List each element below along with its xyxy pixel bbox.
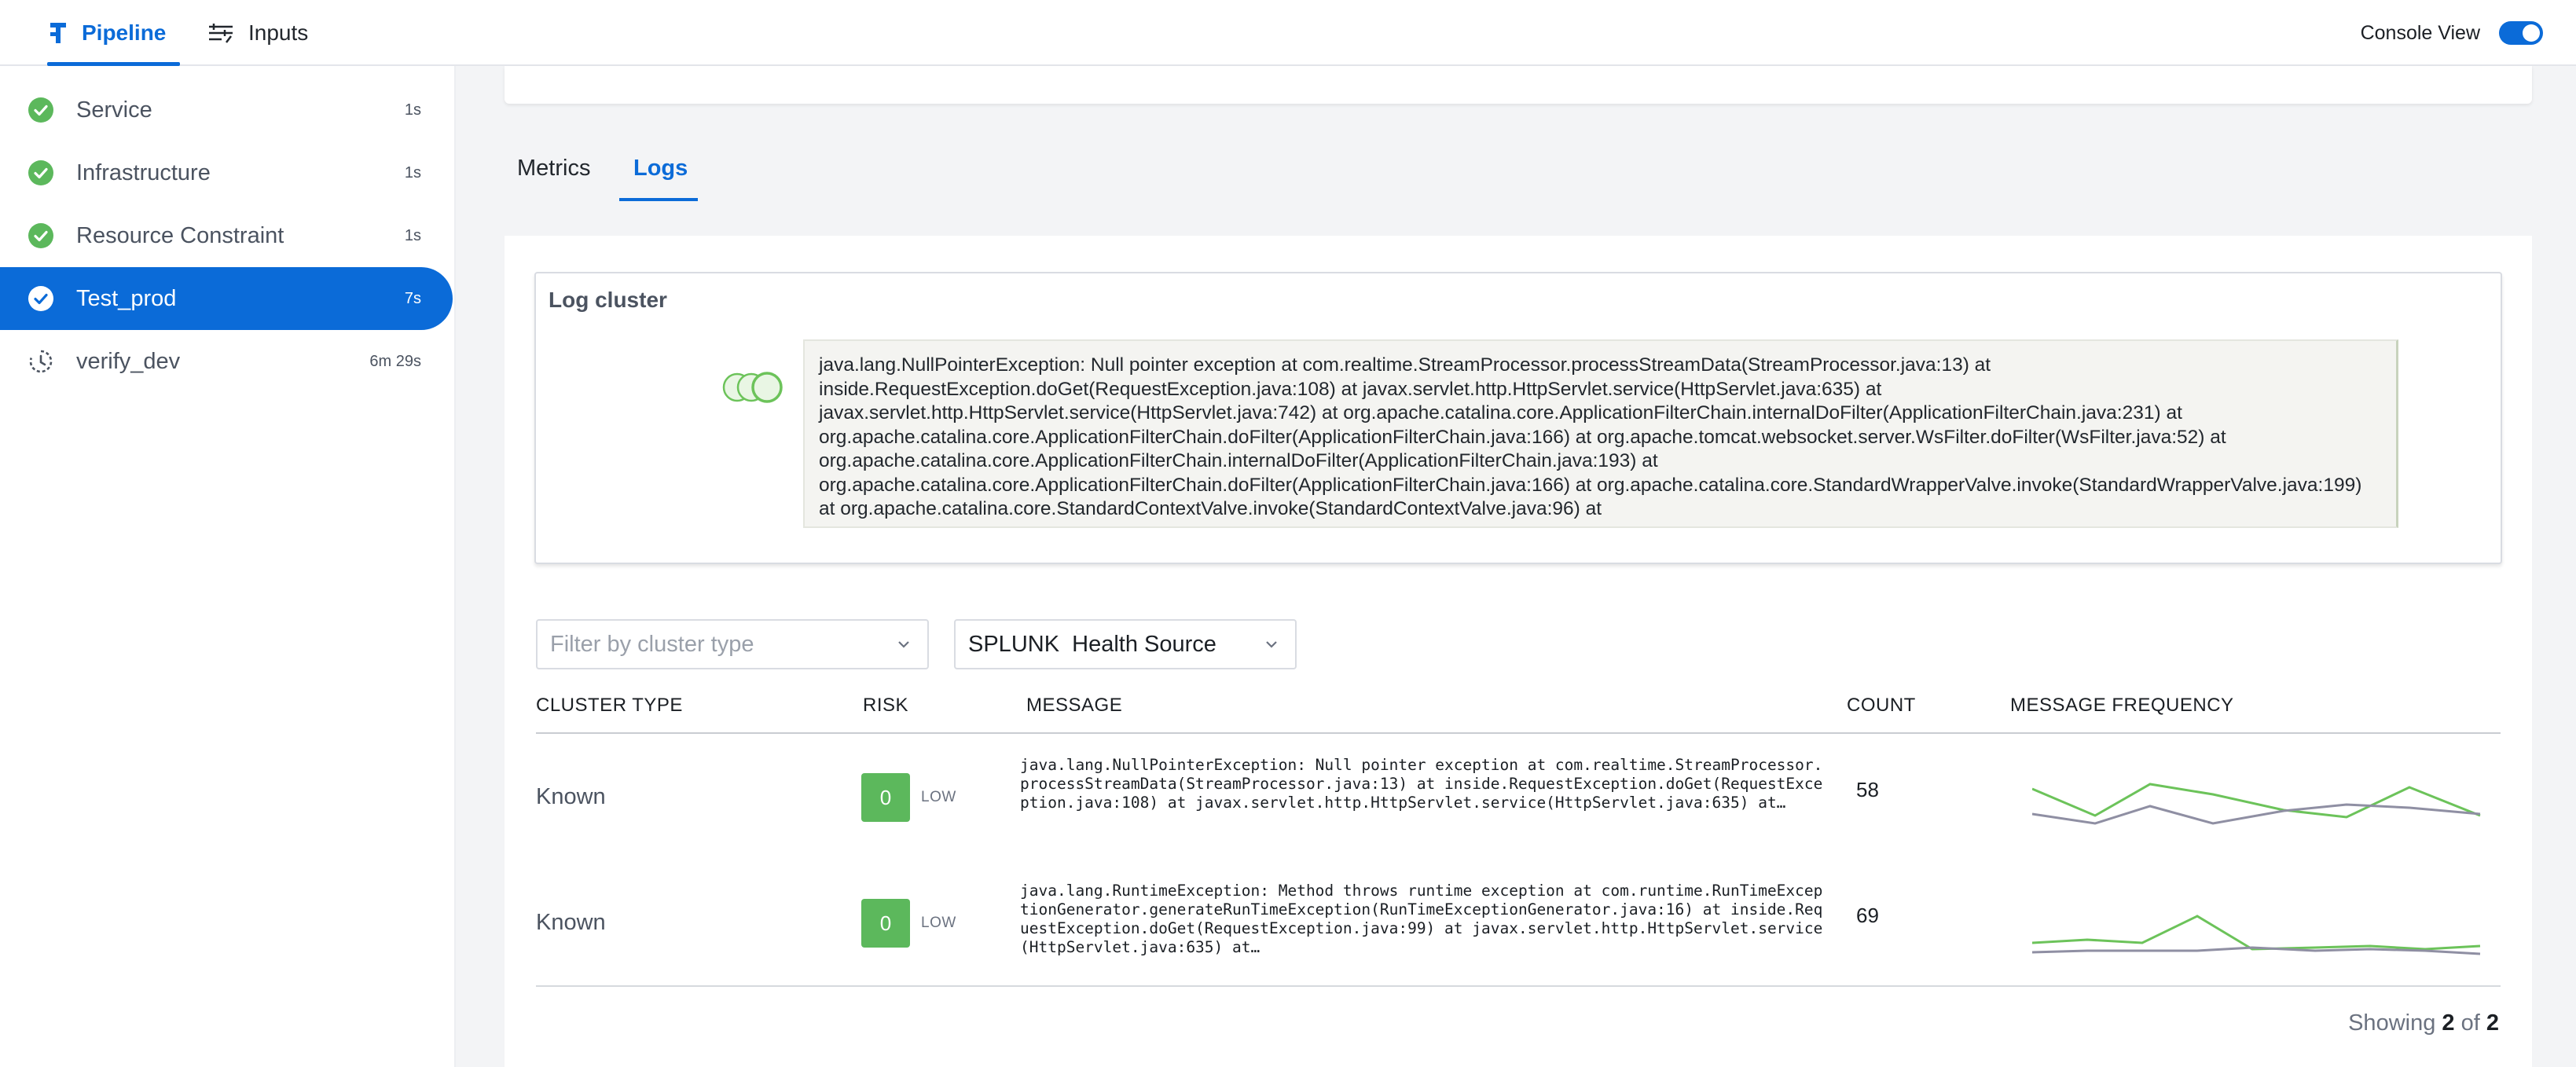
step-label: Test_prod (76, 285, 177, 311)
console-view-label: Console View (2360, 21, 2480, 44)
chevron-down-icon (1266, 641, 1277, 648)
header-cluster-type: CLUSTER TYPE (536, 695, 683, 716)
step-label: verify_dev (76, 348, 181, 374)
log-cluster-title: Log cluster (549, 288, 667, 312)
risk-level-label: LOW (921, 915, 956, 931)
health-source-select[interactable]: SPLUNK Health Source (954, 619, 1297, 669)
step-duration: 7s (404, 289, 421, 307)
table-row[interactable]: Known 0 LOW java.lang.RuntimeException: … (536, 861, 2501, 987)
clusters-table-header: CLUSTER TYPE RISK MESSAGE COUNT MESSAGE … (536, 695, 2501, 734)
tab-pipeline-label: Pipeline (82, 20, 167, 45)
tab-inputs[interactable]: Inputs (207, 0, 308, 66)
risk-score-badge: 0 (861, 773, 910, 822)
pipeline-steps-sidebar: Service 1s Infrastructure 1s Resource Co… (0, 66, 456, 1067)
message-frequency-sparkline (2032, 783, 2481, 825)
console-view-control: Console View (2361, 0, 2543, 66)
step-label: Infrastructure (76, 160, 211, 185)
cluster-type-cell: Known (536, 910, 606, 935)
inputs-sliders-icon (207, 22, 234, 44)
details-card-top (505, 66, 2532, 104)
pagination-prefix: Showing (2348, 1010, 2436, 1036)
step-duration: 1s (404, 101, 421, 119)
log-cluster-chart: Log cluster java.lang.NullPointerExcepti… (534, 272, 2502, 564)
sidebar-step-infrastructure[interactable]: Infrastructure 1s (0, 141, 453, 204)
logs-panel: Log cluster java.lang.NullPointerExcepti… (505, 236, 2532, 1067)
sidebar-step-resource-constraint[interactable]: Resource Constraint 1s (0, 204, 453, 267)
pagination-of: of (2460, 1010, 2480, 1036)
success-check-icon (28, 286, 53, 311)
tab-logs[interactable]: Logs (633, 156, 688, 182)
success-check-icon (28, 97, 53, 123)
sparkline-test-series (2032, 915, 2481, 951)
health-source-value: SPLUNK Health Source (968, 631, 1216, 657)
table-bottom-divider (536, 985, 2501, 987)
step-duration: 6m 29s (369, 352, 421, 370)
risk-score-badge: 0 (861, 899, 910, 948)
tab-pipeline[interactable]: Pipeline (46, 0, 181, 66)
success-check-icon (28, 223, 53, 248)
step-duration: 1s (404, 163, 421, 182)
count-cell: 58 (1856, 778, 1879, 801)
risk-level-label: LOW (921, 789, 956, 805)
console-view-toggle[interactable] (2499, 21, 2543, 45)
cluster-bubbles[interactable] (721, 368, 800, 407)
tab-inputs-label: Inputs (248, 20, 309, 45)
cluster-type-filter-placeholder: Filter by cluster type (550, 631, 754, 657)
sidebar-step-verify-dev[interactable]: verify_dev 6m 29s (0, 330, 453, 393)
active-tab-indicator (619, 198, 698, 201)
pagination-total: 2 (2486, 1010, 2499, 1036)
table-row[interactable]: Known 0 LOW java.lang.NullPointerExcepti… (536, 735, 2501, 861)
sparkline-test-series (2032, 783, 2481, 819)
step-label: Service (76, 97, 152, 123)
cluster-type-cell: Known (536, 784, 606, 809)
running-status-icon (29, 350, 53, 373)
sidebar-step-service[interactable]: Service 1s (0, 79, 453, 141)
sidebar-step-test-prod[interactable]: Test_prod 7s (0, 267, 453, 330)
message-cell: java.lang.NullPointerException: Null poi… (1020, 756, 1823, 812)
chevron-down-icon (898, 641, 909, 648)
success-check-icon (28, 160, 53, 185)
step-label: Resource Constraint (76, 222, 284, 248)
header-risk: RISK (863, 695, 909, 716)
pipeline-icon (49, 21, 68, 45)
pagination-summary: Showing 2 of 2 (2348, 1010, 2499, 1036)
cluster-message-tooltip: java.lang.NullPointerException: Null poi… (803, 339, 2398, 528)
count-cell: 69 (1856, 904, 1879, 927)
step-duration: 1s (404, 226, 421, 244)
header-message: MESSAGE (1026, 695, 1123, 716)
header-count: COUNT (1847, 695, 1916, 716)
pagination-shown: 2 (2442, 1010, 2455, 1036)
header-message-frequency: MESSAGE FREQUENCY (2010, 695, 2234, 716)
top-bar: Pipeline Inputs Console View (0, 0, 2576, 66)
message-cell: java.lang.RuntimeException: Method throw… (1020, 882, 1823, 956)
cluster-type-filter[interactable]: Filter by cluster type (536, 619, 929, 669)
tab-metrics[interactable]: Metrics (517, 156, 590, 182)
message-frequency-sparkline (2032, 915, 2481, 955)
